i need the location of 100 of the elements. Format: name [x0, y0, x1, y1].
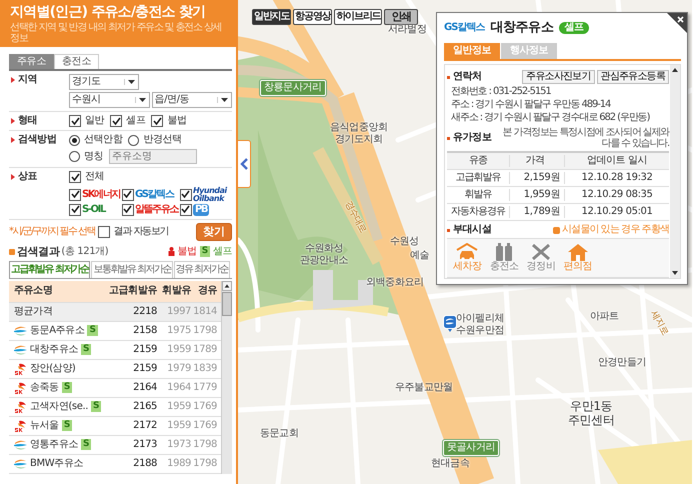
select-field[interactable]: 경기도 — [69, 74, 139, 90]
checkbox[interactable] — [180, 188, 192, 200]
table-cell-text: 1839 — [192, 362, 217, 374]
map-type-button[interactable]: 하이브리드 — [334, 9, 382, 25]
table-cell-text: 1814 — [192, 306, 217, 318]
map-label: 수원화성 관광안내소 — [300, 243, 348, 266]
caret-icon — [134, 97, 148, 103]
brand-logo: PB — [192, 204, 210, 216]
table-cell-text: 2158 — [132, 324, 157, 336]
checkbox[interactable] — [69, 171, 81, 183]
table-cell: 휘발유 — [447, 189, 510, 201]
scroll-up-icon[interactable] — [222, 280, 232, 290]
table-cell-text: 2173 — [132, 438, 157, 450]
column-header: 고급휘발유 — [108, 285, 157, 297]
map-label: 수원성 — [390, 236, 419, 248]
checkbox[interactable] — [180, 204, 192, 216]
station-name[interactable]: 송죽동 — [30, 382, 59, 394]
self-badge: S — [87, 325, 98, 336]
self-badge: S — [200, 246, 210, 257]
station-name[interactable]: BMW주유소 — [30, 458, 83, 470]
select-field[interactable]: 읍/면/동 — [152, 92, 232, 108]
checkbox[interactable] — [110, 115, 122, 127]
table-cell-text: 1997 — [166, 306, 191, 318]
collapse-panel-button[interactable] — [238, 140, 251, 188]
table-cell-text: 2165 — [132, 400, 157, 412]
checkbox[interactable] — [69, 115, 81, 127]
table-cell-text: 1973 — [166, 438, 191, 450]
sk-logo-icon — [14, 420, 27, 432]
table-cell-text: 2172 — [132, 420, 157, 432]
checkbox[interactable] — [122, 188, 134, 200]
checkbox-label: 결과 자동보기 — [114, 226, 168, 238]
table-cell-text: 1959 — [166, 400, 191, 412]
column-header: 경유 — [196, 285, 217, 297]
facility-label: 편의점 — [563, 261, 592, 273]
sort-tab[interactable]: 보통휘발유 최저가순 — [91, 260, 173, 278]
checkbox[interactable] — [98, 226, 110, 238]
checkbox[interactable] — [69, 188, 81, 200]
station-name[interactable]: 동문A주유소 — [30, 324, 84, 336]
self-badge: S — [81, 344, 92, 355]
map-type-button[interactable]: 일반지도 — [252, 9, 292, 25]
map-label: 아이펠리체 수원우만점 — [456, 313, 504, 336]
tab[interactable]: 충전소 — [54, 54, 99, 69]
station-name[interactable]: 영통주유소 — [30, 438, 78, 450]
column-header: 업데이트 일시 — [586, 155, 648, 167]
station-title: 대창주유소 — [490, 22, 554, 34]
station-marker-icon[interactable] — [443, 315, 457, 333]
table-cell-text: 1979 — [166, 362, 191, 374]
table-cell-text: 1959 — [166, 344, 191, 356]
map-label: 우만1동 주민센터 — [568, 400, 614, 428]
map-type-button[interactable]: 항공영상 — [293, 9, 332, 25]
price-note: 본 가격정보는 특정시점에 조사되어 실제와 다를 수 있습니다. — [502, 127, 669, 149]
results-title: 검색결과 — [17, 246, 60, 258]
scroll-thumb[interactable] — [222, 292, 232, 316]
table-cell-text: 1798 — [192, 458, 217, 470]
section-title: 연락처 — [453, 71, 482, 83]
action-button[interactable]: 관심주유소등록 — [596, 70, 669, 84]
legend-swatch — [553, 226, 560, 234]
tab[interactable]: 주유소 — [9, 54, 54, 69]
required-note: *시/군/구까지 필수 선택 — [9, 226, 95, 238]
checkbox[interactable] — [151, 115, 164, 127]
sort-tab[interactable]: 고급휘발유 최저가순 — [9, 260, 90, 278]
station-name[interactable]: 뉴서울 — [30, 420, 59, 432]
table-cell-text: 1989 — [166, 458, 191, 470]
sk-logo-icon — [14, 382, 27, 394]
self-badge: S — [91, 401, 102, 412]
select-field[interactable]: 수원시 — [69, 92, 150, 108]
facility-label: 충전소 — [490, 261, 519, 273]
radio-button[interactable] — [69, 134, 80, 146]
brand-logo: 알뜰주유소 — [134, 204, 178, 216]
chevron-left-icon — [240, 158, 248, 170]
action-button[interactable]: 주유소사진보기 — [522, 70, 595, 84]
scrollbar[interactable] — [670, 65, 680, 278]
station-name[interactable]: 장안(삼양) — [30, 362, 76, 374]
radio-button[interactable] — [128, 134, 140, 146]
table-cell-text: 12.10.28 19:32 — [580, 172, 654, 184]
facility-label: 경정비 — [526, 261, 556, 273]
checkbox-label: 불법 — [167, 115, 187, 127]
scrollbar[interactable] — [221, 280, 232, 474]
sort-tab[interactable]: 경유 최저가순 — [174, 260, 230, 278]
radio-button[interactable] — [69, 151, 80, 162]
contact-line: 새주소 : 경기 수원시 팔달구 경수대로 682 (우만동) — [450, 112, 651, 124]
close-icon[interactable] — [667, 13, 687, 33]
map-type-button[interactable]: 인쇄 — [384, 9, 418, 25]
checkbox-label: 전체 — [85, 171, 104, 183]
gs-logo-icon — [14, 438, 27, 450]
contact-line: 전화번호 : 031-252-5151 — [450, 86, 552, 98]
station-name[interactable]: 고색자연(se.. — [30, 400, 88, 412]
results-count: (총 121개) — [61, 246, 108, 258]
table-cell-text: 12.10.29 05:01 — [580, 206, 654, 218]
table-cell-text: 1798 — [192, 324, 217, 336]
checkbox[interactable] — [69, 204, 81, 216]
brand-logo: GS칼텍스 — [444, 22, 484, 34]
table-cell-text: 1769 — [192, 420, 217, 432]
station-name[interactable]: 대창주유소 — [30, 344, 78, 356]
contact-line: 주소 : 경기 수원시 팔달구 우만동 489-14 — [450, 99, 612, 111]
table-cell-text: 평균가격 — [14, 306, 54, 318]
brand-logo: Hyundai Oilbank — [192, 186, 227, 202]
checkbox[interactable] — [122, 204, 134, 216]
map-label: 아파트 — [590, 311, 619, 322]
column-header: 주유소명 — [14, 285, 54, 297]
